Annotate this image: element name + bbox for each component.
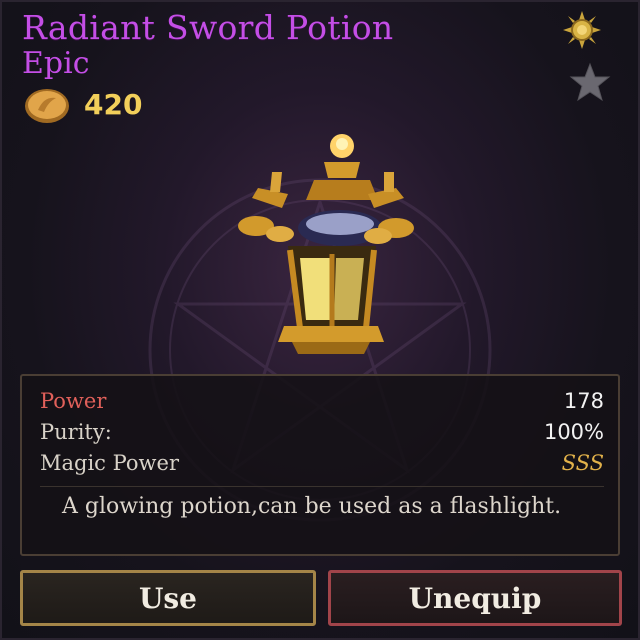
- stat-value-grade: SSS: [561, 451, 604, 475]
- stat-row-magic-power: Magic Power SSS: [40, 448, 604, 478]
- unequip-button[interactable]: Unequip: [328, 570, 622, 626]
- potion-lantern-image: [238, 134, 414, 354]
- stat-label: Purity:: [40, 420, 112, 444]
- unequip-button-label: Unequip: [408, 581, 542, 615]
- item-name: Radiant Sword Potion: [22, 8, 394, 47]
- stat-label: Power: [40, 389, 107, 413]
- star-icon[interactable]: [568, 62, 612, 102]
- use-button-label: Use: [139, 581, 197, 615]
- stat-value: 178: [563, 389, 604, 413]
- item-price: 420: [84, 88, 143, 121]
- use-button[interactable]: Use: [20, 570, 316, 626]
- stat-row-power: Power 178: [40, 386, 604, 416]
- item-rarity: Epic: [22, 46, 90, 81]
- item-description: A glowing potion,can be used as a flashl…: [62, 494, 562, 519]
- stat-label: Magic Power: [40, 451, 179, 475]
- divider: [40, 486, 604, 487]
- stat-value: 100%: [543, 420, 604, 444]
- item-detail-panel: Radiant Sword Potion Epic 420 Power 178 …: [0, 0, 640, 640]
- sun-gear-icon[interactable]: [562, 10, 602, 50]
- stat-row-purity: Purity: 100%: [40, 417, 604, 447]
- gold-coin-icon: [25, 89, 69, 123]
